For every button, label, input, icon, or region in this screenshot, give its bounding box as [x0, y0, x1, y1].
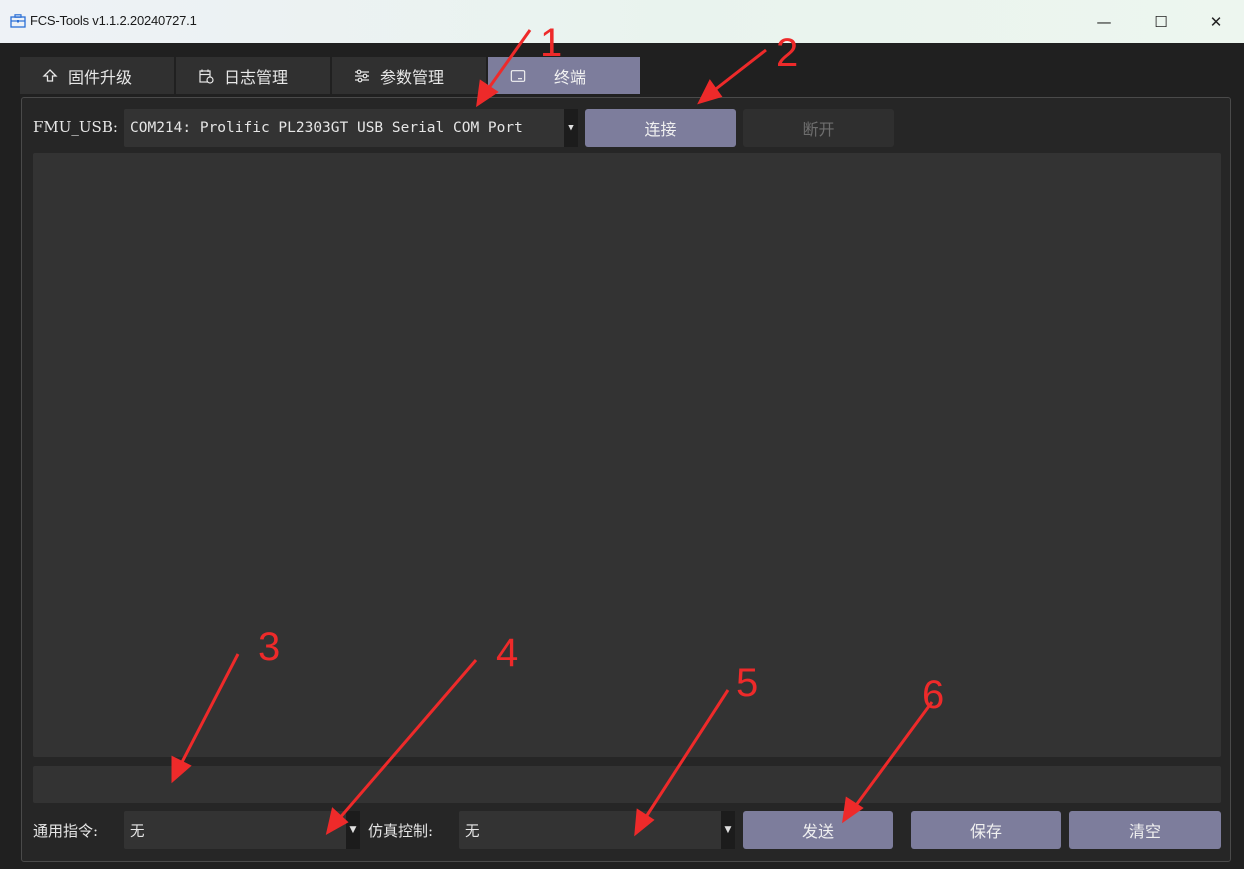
common-command-select[interactable]: 无 ▼ — [124, 811, 360, 849]
tab-label: 日志管理 — [224, 67, 289, 87]
serial-port-select[interactable]: COM214: Prolific PL2303GT USB Serial COM… — [124, 109, 578, 147]
tab-log-management[interactable]: 日志管理 — [176, 57, 330, 94]
minimize-icon: — — [1096, 12, 1112, 31]
log-calendar-icon — [198, 68, 214, 84]
simulation-control-label: 仿真控制: — [368, 822, 434, 840]
save-button[interactable]: 保存 — [911, 811, 1061, 849]
send-button[interactable]: 发送 — [743, 811, 893, 849]
chevron-down-icon[interactable]: ▼ — [346, 811, 360, 849]
fmu-usb-label: FMU_USB: — [33, 118, 118, 136]
tab-label: 参数管理 — [380, 67, 445, 87]
chevron-down-icon[interactable]: ▼ — [721, 811, 735, 849]
clear-button[interactable]: 清空 — [1069, 811, 1221, 849]
sliders-icon — [354, 68, 370, 84]
title-bar: FCS-Tools v1.1.2.20240727.1 — ☐ ✕ — [0, 0, 1244, 43]
connect-button[interactable]: 连接 — [585, 109, 736, 147]
terminal-output-area[interactable] — [33, 153, 1221, 757]
common-command-value: 无 — [130, 823, 145, 840]
simulation-control-select[interactable]: 无 ▼ — [459, 811, 735, 849]
upload-arrow-icon — [42, 68, 58, 84]
disconnect-button[interactable]: 断开 — [743, 109, 894, 147]
terminal-panel: FMU_USB: COM214: Prolific PL2303GT USB S… — [21, 97, 1231, 862]
maximize-icon: ☐ — [1154, 12, 1168, 31]
app-body: 固件升级 日志管理 参数管理 终端 FMU_USB: COM214: Proli… — [0, 43, 1244, 869]
tab-label: 终端 — [554, 67, 587, 87]
close-icon: ✕ — [1209, 12, 1223, 31]
minimize-button[interactable]: — — [1076, 0, 1132, 43]
tab-firmware-upgrade[interactable]: 固件升级 — [20, 57, 174, 94]
toolbox-icon — [10, 14, 26, 28]
serial-port-value: COM214: Prolific PL2303GT USB Serial COM… — [130, 120, 523, 136]
tab-terminal[interactable]: 终端 — [488, 57, 640, 94]
close-button[interactable]: ✕ — [1188, 0, 1244, 43]
simulation-control-value: 无 — [465, 823, 480, 840]
maximize-button[interactable]: ☐ — [1133, 0, 1189, 43]
command-input[interactable] — [33, 766, 1221, 803]
common-command-label: 通用指令: — [33, 822, 99, 840]
window-title: FCS-Tools v1.1.2.20240727.1 — [30, 13, 197, 28]
terminal-icon — [510, 68, 526, 84]
tab-parameter-management[interactable]: 参数管理 — [332, 57, 486, 94]
chevron-down-icon[interactable]: ▼ — [564, 109, 578, 147]
tab-label: 固件升级 — [68, 67, 133, 87]
